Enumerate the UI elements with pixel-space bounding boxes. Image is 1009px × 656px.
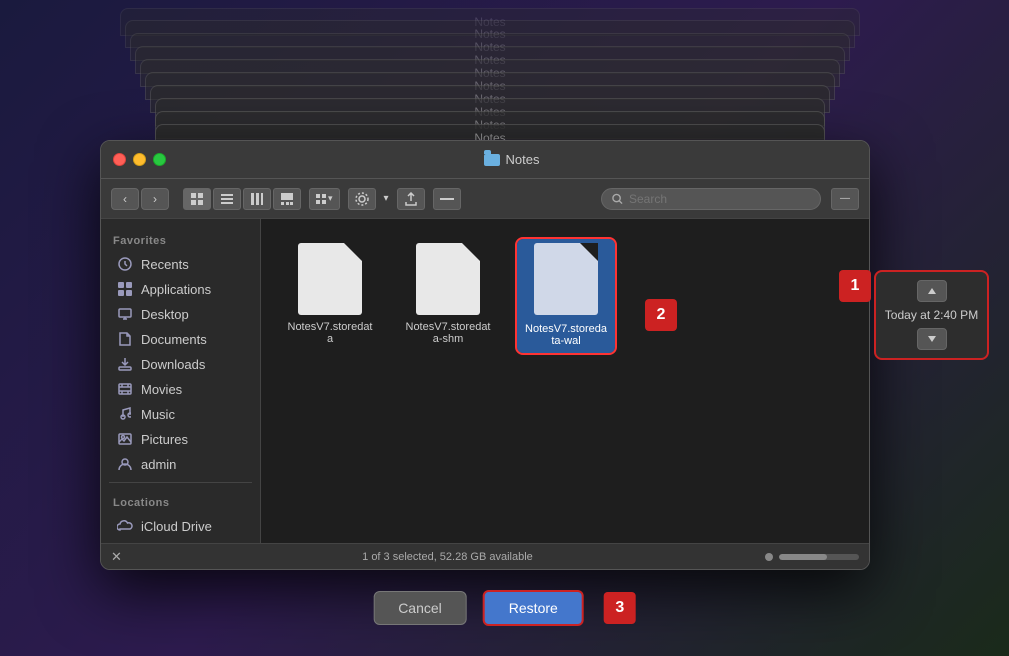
icloud-label: iCloud Drive (141, 519, 212, 534)
column-view-button[interactable] (243, 188, 271, 210)
traffic-lights (113, 153, 166, 166)
date-text: Today at 2:40 PM (885, 308, 978, 322)
sidebar-item-applications[interactable]: Applications (105, 277, 256, 301)
sidebar-item-movies[interactable]: Movies (105, 377, 256, 401)
view-dropdown: ▾ (309, 188, 340, 210)
applications-icon (117, 281, 133, 297)
music-icon (117, 406, 133, 422)
sidebar-item-documents[interactable]: Documents (105, 327, 256, 351)
badge-3: 3 (604, 592, 636, 624)
movies-label: Movies (141, 382, 182, 397)
favorites-section-title: Favorites (101, 227, 260, 251)
admin-icon (117, 456, 133, 472)
badge-1: 1 (839, 270, 871, 302)
cancel-button[interactable]: Cancel (373, 591, 467, 625)
downloads-icon (117, 356, 133, 372)
icloud-icon (117, 518, 133, 534)
pictures-label: Pictures (141, 432, 188, 447)
bottom-buttons: Cancel Restore 3 (373, 590, 636, 626)
progress-dot (765, 553, 773, 561)
badge-2: 2 (645, 299, 677, 331)
list-view-button[interactable] (213, 188, 241, 210)
sidebar: Favorites Recents (101, 219, 261, 543)
documents-icon (117, 331, 133, 347)
file-label-storedata: NotesV7.storedata (285, 321, 375, 345)
file-label-storedata-shm: NotesV7.storedata-shm (403, 321, 493, 345)
sidebar-divider (109, 482, 252, 483)
file-icon-storedata-wal (534, 243, 598, 315)
view-buttons (183, 188, 301, 210)
finder-window: Notes ‹ › (100, 140, 870, 570)
nav-buttons: ‹ › (111, 188, 169, 210)
documents-label: Documents (141, 332, 207, 347)
restore-button[interactable]: Restore (483, 590, 584, 626)
action-dropdown-arrow: ▾ (384, 193, 389, 204)
sidebar-item-admin[interactable]: admin (105, 452, 256, 476)
file-icon-storedata-shm (416, 243, 480, 315)
status-text: 1 of 3 selected, 52.28 GB available (130, 551, 765, 563)
toolbar-extra-button[interactable]: — (831, 188, 859, 210)
status-bar: ✕ 1 of 3 selected, 52.28 GB available (101, 543, 869, 569)
movies-icon (117, 381, 133, 397)
desktop-label: Desktop (141, 307, 189, 322)
gallery-view-button[interactable] (273, 188, 301, 210)
window-title: Notes (166, 152, 857, 167)
file-browser: NotesV7.storedata NotesV7.storedata-shm … (261, 219, 869, 543)
view-dropdown-button[interactable]: ▾ (309, 188, 340, 210)
back-button[interactable]: ‹ (111, 188, 139, 210)
file-icon-storedata (298, 243, 362, 315)
progress-indicator (765, 553, 859, 561)
sidebar-item-pictures[interactable]: Pictures (105, 427, 256, 451)
content-area: Favorites Recents (101, 219, 869, 543)
sidebar-item-desktop[interactable]: Desktop (105, 302, 256, 326)
folder-icon (484, 154, 500, 166)
admin-label: admin (141, 457, 176, 472)
action-button[interactable] (348, 188, 376, 210)
music-label: Music (141, 407, 175, 422)
file-item-storedata[interactable]: NotesV7.storedata (281, 239, 379, 349)
toolbar: ‹ › (101, 179, 869, 219)
title-bar: Notes (101, 141, 869, 179)
info-button[interactable] (433, 188, 461, 210)
downloads-label: Downloads (141, 357, 205, 372)
file-label-storedata-wal: NotesV7.storedata-wal (521, 321, 611, 349)
recents-label: Recents (141, 257, 189, 272)
recents-icon (117, 256, 133, 272)
minimize-button[interactable] (133, 153, 146, 166)
forward-button[interactable]: › (141, 188, 169, 210)
date-down-button[interactable] (917, 328, 947, 350)
applications-label: Applications (141, 282, 211, 297)
pictures-icon (117, 431, 133, 447)
status-close[interactable]: ✕ (111, 549, 122, 565)
share-button[interactable] (397, 188, 425, 210)
maximize-button[interactable] (153, 153, 166, 166)
file-item-storedata-shm[interactable]: NotesV7.storedata-shm (399, 239, 497, 349)
desktop-icon (117, 306, 133, 322)
date-up-button[interactable] (917, 280, 947, 302)
search-icon (612, 193, 623, 205)
search-box (601, 188, 821, 210)
progress-bar-fill (779, 554, 827, 560)
icon-view-button[interactable] (183, 188, 211, 210)
sidebar-item-icloud[interactable]: iCloud Drive (105, 514, 256, 538)
locations-section-title: Locations (101, 489, 260, 513)
sidebar-item-downloads[interactable]: Downloads (105, 352, 256, 376)
sidebar-item-recents[interactable]: Recents (105, 252, 256, 276)
file-item-storedata-wal[interactable]: NotesV7.storedata-wal (517, 239, 615, 353)
search-input[interactable] (629, 192, 810, 206)
progress-bar-container (779, 554, 859, 560)
sidebar-item-music[interactable]: Music (105, 402, 256, 426)
close-button[interactable] (113, 153, 126, 166)
date-panel: Today at 2:40 PM (874, 270, 989, 360)
